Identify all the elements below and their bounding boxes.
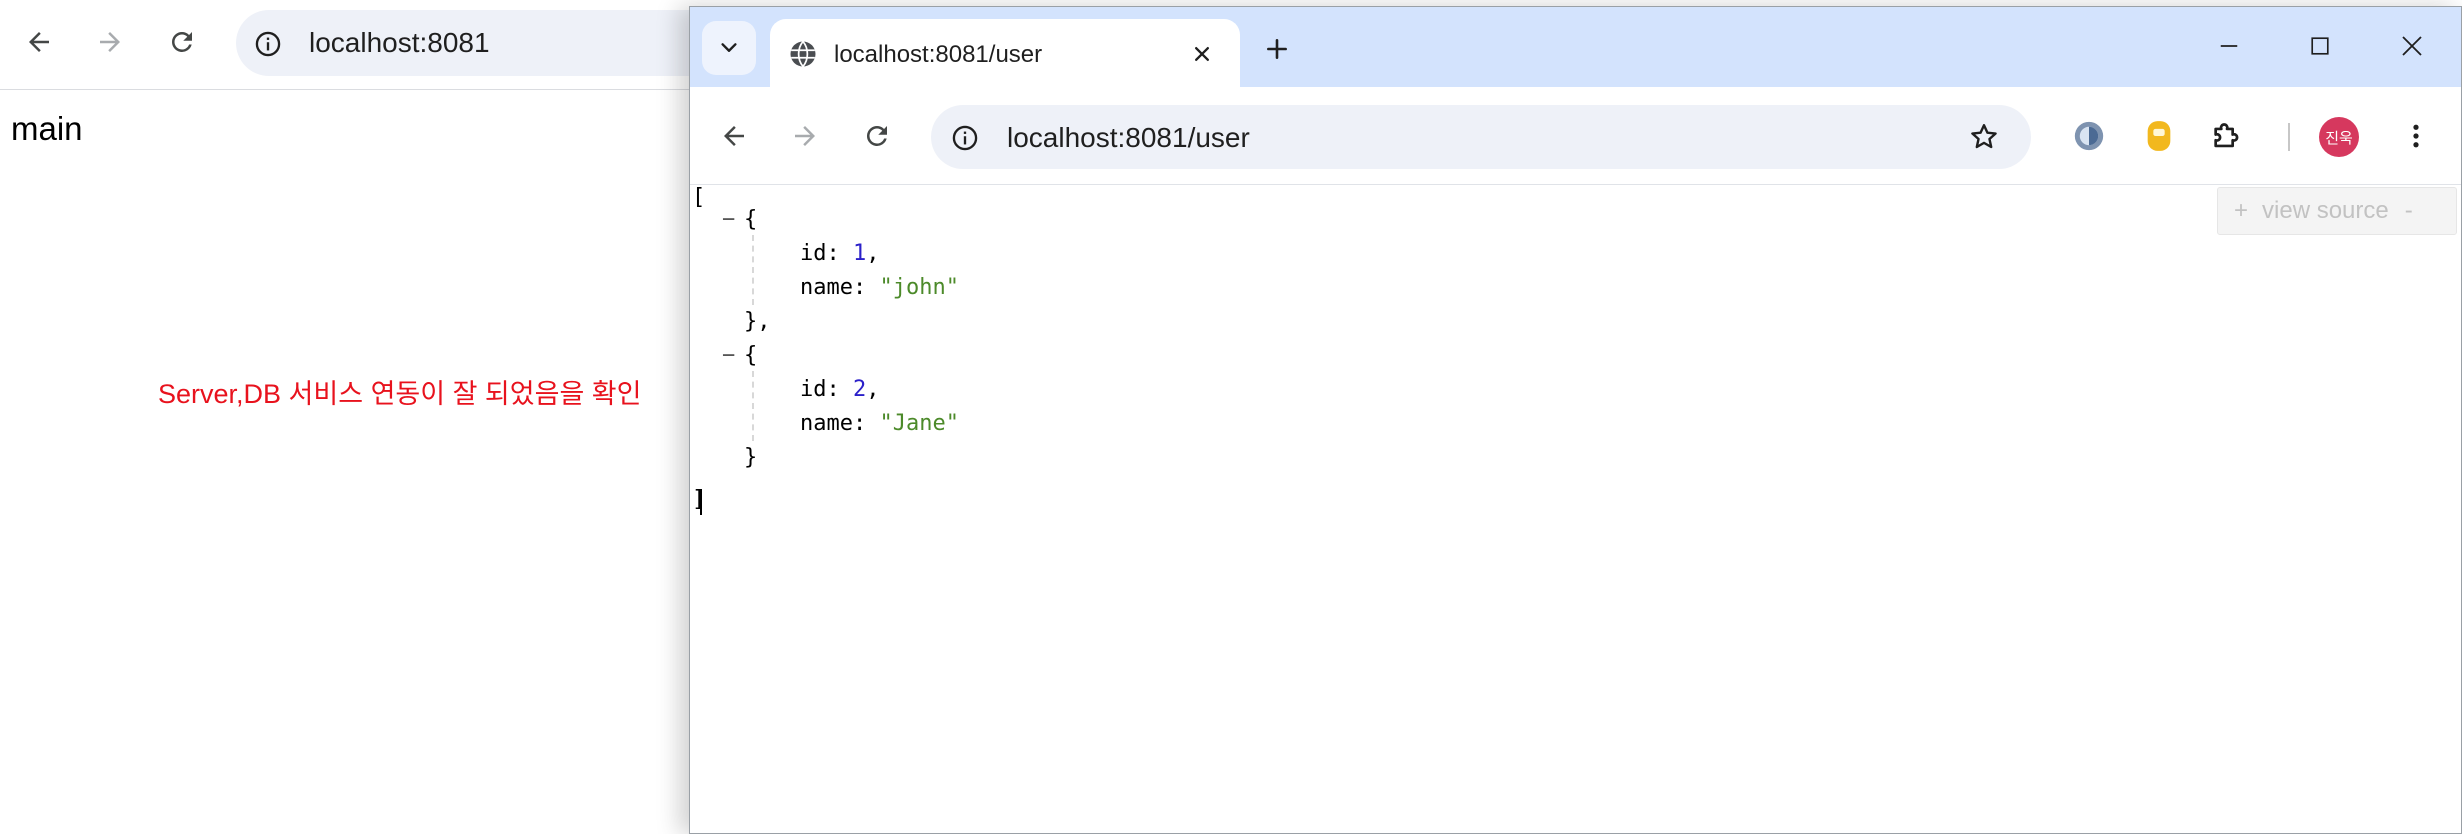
annotation-text: Server,DB 서비스 연동이 잘 되었음을 확인 (158, 379, 642, 409)
minimize-icon (2220, 45, 2238, 47)
view-source-label[interactable]: view source (2262, 197, 2389, 225)
json-viewer: + view source - [ − { id: 1, name: "john… (690, 185, 2461, 833)
json-object-open: { (744, 343, 758, 368)
json-object-open: { (744, 207, 758, 232)
browser-window: localhost:8081/user localhost:8081/user … (689, 6, 2462, 834)
extension-button-1[interactable] (2066, 113, 2112, 159)
maximize-icon (2311, 37, 2329, 55)
json-key: name (800, 411, 853, 436)
forward-button[interactable] (783, 114, 827, 158)
star-icon (1971, 124, 1997, 149)
minimize-button[interactable] (2199, 23, 2259, 69)
info-icon[interactable] (254, 30, 282, 58)
tab-search-button[interactable] (702, 21, 756, 75)
text-caret (700, 489, 702, 515)
navigation-toolbar: localhost:8081/user 진욱 (690, 87, 2461, 185)
back-button[interactable] (712, 114, 756, 158)
json-close-bracket: ] (692, 487, 706, 512)
json-property-id: id: 2, (800, 377, 880, 402)
puzzle-icon (2214, 123, 2239, 148)
toolbar-divider (2288, 123, 2290, 151)
chrome-menu-button[interactable] (2393, 113, 2439, 159)
address-bar-url[interactable]: localhost:8081 (309, 27, 490, 59)
json-collapse-toggle[interactable]: − (722, 207, 735, 232)
arrow-right-icon (795, 126, 815, 146)
reload-button[interactable] (855, 114, 899, 158)
json-collapse-toggle[interactable]: − (722, 343, 735, 368)
close-icon (2402, 36, 2422, 56)
json-object-close: }, (744, 309, 771, 334)
json-number-value: 2 (853, 377, 867, 402)
tab-active[interactable]: localhost:8081/user (770, 19, 1240, 89)
json-number-value: 1 (853, 241, 867, 266)
json-string-value: "Jane" (879, 411, 959, 436)
title-bar: localhost:8081/user (690, 7, 2461, 89)
address-bar-url[interactable]: localhost:8081/user (1007, 122, 1250, 154)
yellow-extension-icon (2147, 121, 2171, 151)
chevron-down-icon (721, 43, 737, 52)
page-main-text: main (11, 110, 83, 147)
kebab-menu-icon (2413, 124, 2419, 148)
json-object-close: } (744, 445, 758, 470)
info-icon[interactable] (951, 124, 979, 152)
arrow-left-icon (29, 32, 49, 52)
reload-icon (867, 126, 887, 146)
json-open-bracket: [ (692, 185, 706, 210)
reload-button[interactable] (160, 20, 204, 64)
bookmark-button[interactable] (1964, 119, 2004, 155)
arrow-left-icon (724, 126, 744, 146)
view-source-minus[interactable]: - (2405, 197, 2413, 225)
tab-title: localhost:8081/user (834, 41, 1043, 68)
globe-icon (790, 40, 816, 68)
json-indent-guide (752, 371, 754, 441)
back-button[interactable] (17, 20, 61, 64)
json-indent-guide (752, 235, 754, 305)
json-property-id: id: 1, (800, 241, 880, 266)
reload-icon (172, 32, 192, 52)
tab-close-button[interactable] (1185, 37, 1219, 71)
json-key: id (800, 241, 827, 266)
view-source-plus[interactable]: + (2234, 197, 2248, 225)
view-source-toggle[interactable]: + view source - (2217, 187, 2457, 235)
plus-icon (1267, 39, 1287, 59)
address-bar[interactable]: localhost:8081/user (931, 105, 2031, 169)
json-string-value: "john" (879, 275, 959, 300)
extensions-menu-button[interactable] (2204, 113, 2250, 159)
json-property-name: name: "Jane" (800, 411, 959, 436)
profile-avatar-button[interactable]: 진욱 (2319, 117, 2359, 157)
forward-button[interactable] (88, 20, 132, 64)
maximize-button[interactable] (2290, 23, 2350, 69)
extension-button-2[interactable] (2136, 113, 2182, 159)
circle-logo-icon (2074, 121, 2104, 151)
json-key: name (800, 275, 853, 300)
json-property-name: name: "john" (800, 275, 959, 300)
close-window-button[interactable] (2382, 23, 2442, 69)
json-key: id (800, 377, 827, 402)
close-icon (1195, 47, 1209, 61)
new-tab-button[interactable] (1255, 27, 1299, 71)
arrow-right-icon (100, 32, 120, 52)
